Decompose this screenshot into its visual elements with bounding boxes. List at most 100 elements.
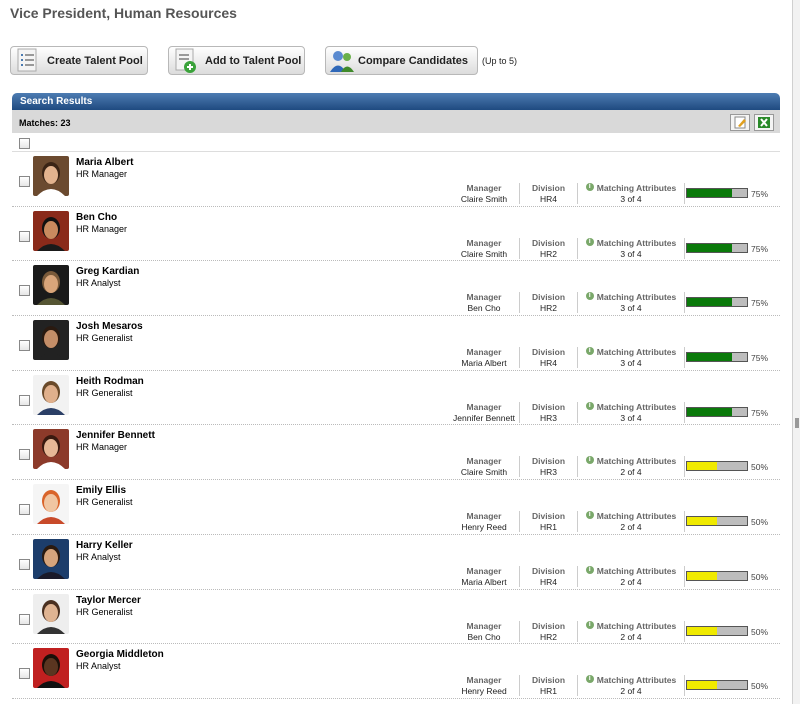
create-talent-pool-label: Create Talent Pool: [47, 54, 143, 67]
match-percent: 50%: [751, 462, 769, 473]
candidate-row: Harry Keller HR Analyst Manager Maria Al…: [12, 535, 780, 590]
candidate-checkbox[interactable]: [19, 394, 30, 406]
candidate-role: HR Generalist: [76, 333, 133, 344]
division-label: Division: [531, 456, 566, 467]
candidate-name[interactable]: Heith Rodman: [76, 376, 144, 387]
candidate-photo: [33, 265, 69, 306]
candidate-name[interactable]: Harry Keller: [76, 540, 133, 551]
compare-candidates-button[interactable]: Compare Candidates: [325, 46, 478, 75]
manager-value: Henry Reed: [461, 522, 507, 533]
match-progress-bar: [686, 242, 748, 253]
info-icon[interactable]: i: [585, 401, 594, 410]
manager-field: Manager Henry Reed: [449, 511, 520, 533]
division-label: Division: [531, 401, 566, 412]
candidate-role: HR Analyst: [76, 661, 121, 672]
division-value: HR3: [539, 412, 557, 423]
match-progress-fill: [687, 517, 717, 526]
info-icon[interactable]: i: [585, 292, 594, 301]
match-progress-bar: [686, 570, 748, 581]
matching-attributes-field: i Matching Attributes 3 of 4: [578, 183, 685, 204]
division-field: Division HR4: [520, 183, 578, 204]
manager-value: Ben Cho: [467, 631, 501, 642]
candidate-role: HR Manager: [76, 442, 128, 453]
manager-label: Manager: [466, 237, 502, 248]
info-icon[interactable]: i: [585, 675, 594, 684]
match-progress-fill: [687, 353, 732, 362]
matching-attributes-field: i Matching Attributes 3 of 4: [578, 292, 685, 314]
candidate-checkbox[interactable]: [19, 613, 30, 625]
candidate-name[interactable]: Georgia Middleton: [76, 649, 164, 660]
candidate-photo: [33, 320, 69, 361]
info-icon[interactable]: i: [585, 565, 594, 574]
matching-attributes-value: 3 of 4: [620, 194, 642, 204]
candidate-checkbox[interactable]: [19, 668, 30, 680]
info-icon[interactable]: i: [585, 347, 594, 356]
candidate-checkbox[interactable]: [19, 285, 30, 297]
candidate-row: Ben Cho HR Manager Manager Claire Smith …: [12, 207, 780, 262]
candidate-checkbox[interactable]: [19, 504, 30, 516]
excel-icon: [758, 117, 770, 128]
add-to-talent-pool-button[interactable]: Add to Talent Pool: [168, 46, 305, 75]
search-results-header: Search Results: [12, 93, 780, 110]
create-talent-pool-button[interactable]: Create Talent Pool: [10, 46, 148, 75]
candidate-role: HR Analyst: [76, 551, 121, 562]
matching-attributes-value: 2 of 4: [620, 522, 642, 533]
candidate-name[interactable]: Ben Cho: [76, 212, 117, 223]
info-icon[interactable]: i: [585, 183, 594, 191]
scrollbar-thumb[interactable]: [795, 418, 799, 428]
edit-export-button[interactable]: [730, 114, 750, 131]
vertical-scrollbar[interactable]: [792, 0, 800, 704]
matching-attributes-value: 3 of 4: [620, 358, 642, 369]
division-value: HR3: [539, 467, 557, 478]
candidate-checkbox[interactable]: [19, 558, 30, 570]
matching-attributes-label: i Matching Attributes: [578, 183, 684, 194]
manager-value: Ben Cho: [467, 303, 501, 314]
candidate-row: Greg Kardian HR Analyst Manager Ben Cho …: [12, 261, 780, 317]
results-list: Maria Albert HR Manager Manager Claire S…: [12, 152, 780, 699]
manager-value: Henry Reed: [461, 686, 507, 697]
info-icon[interactable]: i: [585, 620, 594, 629]
manager-label: Manager: [466, 347, 502, 358]
match-progress-bar: [686, 352, 748, 363]
candidate-name[interactable]: Greg Kardian: [76, 266, 139, 277]
matching-attributes-value: 3 of 4: [620, 248, 642, 259]
info-icon[interactable]: i: [585, 511, 594, 520]
candidate-name[interactable]: Jennifer Bennett: [76, 430, 155, 441]
excel-export-button[interactable]: [754, 114, 774, 131]
candidate-role: HR Analyst: [76, 278, 121, 289]
info-icon[interactable]: i: [585, 456, 594, 465]
candidate-role: HR Generalist: [76, 606, 133, 617]
matching-attributes-label: i Matching Attributes: [578, 456, 684, 467]
select-all-checkbox[interactable]: [19, 138, 30, 149]
matching-attributes-value: 3 of 4: [620, 303, 642, 314]
manager-label: Manager: [466, 456, 502, 467]
division-field: Division HR2: [520, 237, 578, 259]
match-percent: 50%: [751, 571, 769, 582]
matching-attributes-label: i Matching Attributes: [578, 237, 684, 249]
manager-field: Manager Ben Cho: [449, 620, 520, 642]
manager-field: Manager Maria Albert: [449, 347, 520, 369]
division-value: HR1: [539, 522, 557, 533]
matching-attributes-value: 2 of 4: [620, 686, 642, 697]
manager-value: Maria Albert: [461, 358, 507, 369]
match-progress-fill: [687, 462, 717, 471]
candidate-name[interactable]: Josh Mesaros: [76, 321, 143, 332]
candidate-row: Maria Albert HR Manager Manager Claire S…: [12, 152, 780, 207]
candidate-name[interactable]: Maria Albert: [76, 157, 133, 168]
candidate-checkbox[interactable]: [19, 176, 30, 187]
manager-label: Manager: [466, 183, 502, 193]
candidate-checkbox[interactable]: [19, 340, 30, 352]
candidate-name[interactable]: Taylor Mercer: [76, 595, 141, 606]
matching-attributes-label: i Matching Attributes: [578, 620, 684, 632]
candidate-row: Jennifer Bennett HR Manager Manager Clai…: [12, 425, 780, 481]
candidate-photo: [33, 648, 69, 689]
division-field: Division HR4: [520, 565, 578, 587]
matching-attributes-text: Matching Attributes: [596, 511, 677, 522]
match-progress-bar: [686, 516, 748, 527]
people-icon: [328, 47, 356, 74]
candidate-checkbox[interactable]: [19, 449, 30, 461]
candidate-photo: [33, 484, 69, 525]
candidate-name[interactable]: Emily Ellis: [76, 485, 126, 496]
candidate-checkbox[interactable]: [19, 230, 30, 242]
info-icon[interactable]: i: [585, 237, 594, 246]
